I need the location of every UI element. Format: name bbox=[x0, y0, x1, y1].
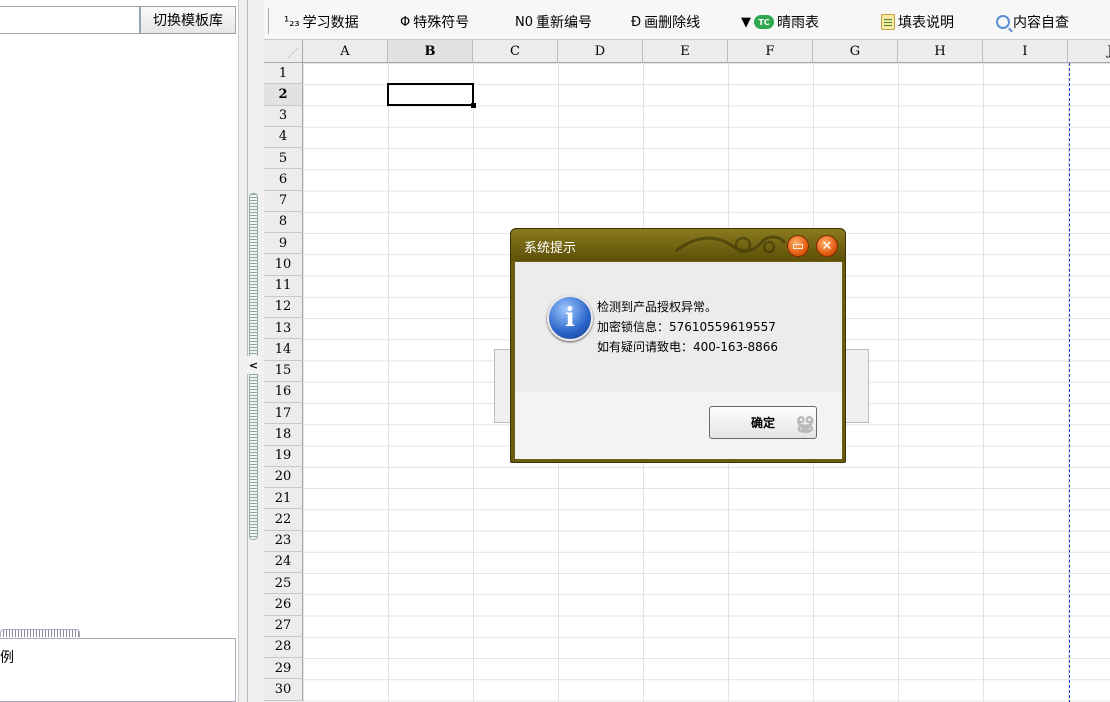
message-line: 如有疑问请致电：400-163-8866 bbox=[597, 340, 779, 354]
row-header[interactable]: 3 bbox=[264, 105, 303, 127]
row-header[interactable]: 13 bbox=[264, 318, 303, 340]
close-button[interactable]: ✕ bbox=[816, 235, 838, 257]
dropdown-arrow-icon[interactable]: ▼ bbox=[741, 15, 751, 30]
select-all-corner[interactable] bbox=[264, 40, 303, 63]
content-self-check-button[interactable]: 内容自查 bbox=[996, 9, 1069, 35]
weather-table-label: 晴雨表 bbox=[777, 15, 819, 31]
row-header[interactable]: 17 bbox=[264, 403, 303, 425]
weather-cloud-icon: TC bbox=[754, 15, 774, 29]
collapse-arrow-icon[interactable]: < bbox=[247, 356, 260, 374]
toolbar: ¹₂₃ 学习数据 Φ 特殊符号 N0 重新编号 Ð 画删除线 ▼ TC 晴雨表 … bbox=[264, 0, 1110, 40]
decorative-swirl-icon bbox=[675, 235, 787, 254]
row-header[interactable]: 5 bbox=[264, 148, 303, 170]
row-header[interactable]: 1 bbox=[264, 63, 303, 85]
row-header[interactable]: 16 bbox=[264, 381, 303, 403]
column-header[interactable]: B bbox=[388, 40, 473, 63]
page-break-line bbox=[1069, 63, 1070, 702]
column-header[interactable]: A bbox=[303, 40, 388, 63]
renumber-button[interactable]: N0 重新编号 bbox=[515, 9, 592, 35]
fill-instructions-button[interactable]: 填表说明 bbox=[881, 9, 954, 35]
row-header[interactable]: 30 bbox=[264, 679, 303, 701]
row-header[interactable]: 29 bbox=[264, 658, 303, 680]
dialog-title: 系统提示 bbox=[524, 241, 577, 256]
strikethrough-button[interactable]: Ð 画删除线 bbox=[631, 9, 700, 35]
template-panel: 切换模板库 例 bbox=[0, 0, 238, 702]
row-header[interactable]: 24 bbox=[264, 551, 303, 573]
column-header[interactable]: J bbox=[1068, 40, 1110, 63]
column-header[interactable]: F bbox=[728, 40, 813, 63]
row-header[interactable]: 28 bbox=[264, 636, 303, 658]
superscript-numbers-icon: ¹₂₃ bbox=[284, 14, 300, 30]
magnifier-icon bbox=[996, 15, 1010, 29]
row-header[interactable]: 23 bbox=[264, 530, 303, 552]
document-edit-icon bbox=[881, 14, 895, 30]
column-header[interactable]: D bbox=[558, 40, 643, 63]
special-symbols-label: 特殊符号 bbox=[413, 15, 470, 31]
system-prompt-dialog: 系统提示 ▭ ✕ i 检测到产品授权异常。 加密锁信息：576105596195… bbox=[510, 228, 846, 463]
row-header[interactable]: 11 bbox=[264, 275, 303, 297]
learning-data-button[interactable]: ¹₂₃ 学习数据 bbox=[284, 9, 359, 35]
weather-table-button[interactable]: ▼ TC 晴雨表 bbox=[741, 9, 819, 35]
row-header[interactable]: 9 bbox=[264, 233, 303, 255]
row-header[interactable]: 8 bbox=[264, 211, 303, 233]
dialog-body: i 检测到产品授权异常。 加密锁信息：57610559619557 如有疑问请致… bbox=[515, 262, 842, 459]
content-self-check-label: 内容自查 bbox=[1013, 15, 1069, 31]
row-header[interactable]: 2 bbox=[264, 84, 303, 106]
active-cell-cursor[interactable] bbox=[387, 83, 476, 108]
ok-button-label: 确定 bbox=[750, 416, 775, 430]
row-header[interactable]: 10 bbox=[264, 254, 303, 276]
row-header[interactable]: 26 bbox=[264, 594, 303, 616]
row-header[interactable]: 21 bbox=[264, 488, 303, 510]
fill-instructions-label: 填表说明 bbox=[898, 15, 954, 31]
row-header[interactable]: 19 bbox=[264, 445, 303, 467]
special-symbols-button[interactable]: Φ 特殊符号 bbox=[400, 9, 469, 35]
template-search-input[interactable] bbox=[0, 6, 140, 34]
message-line: 检测到产品授权异常。 bbox=[597, 300, 718, 314]
strikethrough-label: 画删除线 bbox=[644, 15, 701, 31]
row-header[interactable]: 25 bbox=[264, 573, 303, 595]
row-header[interactable]: 15 bbox=[264, 360, 303, 382]
switch-template-library-button[interactable]: 切换模板库 bbox=[140, 6, 236, 34]
row-headers: 1 2 3 4 5 6 7 8 9 10 11 12 13 14 15 16 1… bbox=[264, 63, 303, 701]
minimize-button[interactable]: ▭ bbox=[787, 235, 809, 257]
row-header[interactable]: 18 bbox=[264, 424, 303, 446]
column-header[interactable]: E bbox=[643, 40, 728, 63]
strikethrough-icon: Ð bbox=[631, 14, 642, 30]
row-header[interactable]: 27 bbox=[264, 615, 303, 637]
renumber-icon: N0 bbox=[515, 14, 533, 30]
learning-data-label: 学习数据 bbox=[302, 15, 359, 31]
renumber-label: 重新编号 bbox=[536, 15, 592, 31]
button-swirl-icon: ൠ bbox=[795, 409, 813, 433]
column-header[interactable]: C bbox=[473, 40, 558, 63]
splitter-line bbox=[247, 0, 248, 702]
example-panel: 例 bbox=[0, 638, 236, 702]
column-header[interactable]: G bbox=[813, 40, 898, 63]
panel-resize-grip[interactable] bbox=[0, 629, 80, 637]
special-symbol-icon: Φ bbox=[400, 14, 411, 30]
example-label: 例 bbox=[0, 650, 14, 666]
ok-button[interactable]: 确定 ൠ bbox=[709, 406, 817, 439]
column-headers: A B C D E F G H I J bbox=[303, 40, 1110, 63]
row-header[interactable]: 4 bbox=[264, 126, 303, 148]
vertical-splitter[interactable]: < bbox=[238, 0, 264, 702]
message-line: 加密锁信息：57610559619557 bbox=[597, 320, 776, 334]
column-header[interactable]: I bbox=[983, 40, 1068, 63]
app-window: 切换模板库 例 < ¹₂₃ 学习数据 Φ 特殊符号 N0 重新编号 Ð 画删除线 bbox=[0, 0, 1110, 702]
toolbar-separator bbox=[268, 8, 269, 34]
row-header[interactable]: 14 bbox=[264, 339, 303, 361]
row-header[interactable]: 6 bbox=[264, 169, 303, 191]
row-header[interactable]: 12 bbox=[264, 296, 303, 318]
row-header[interactable]: 20 bbox=[264, 466, 303, 488]
dialog-message: 检测到产品授权异常。 加密锁信息：57610559619557 如有疑问请致电：… bbox=[597, 297, 778, 357]
row-header[interactable]: 22 bbox=[264, 509, 303, 531]
column-header[interactable]: H bbox=[898, 40, 983, 63]
row-header[interactable]: 7 bbox=[264, 190, 303, 212]
dialog-titlebar[interactable]: 系统提示 ▭ ✕ bbox=[511, 229, 845, 261]
info-icon: i bbox=[547, 295, 593, 341]
